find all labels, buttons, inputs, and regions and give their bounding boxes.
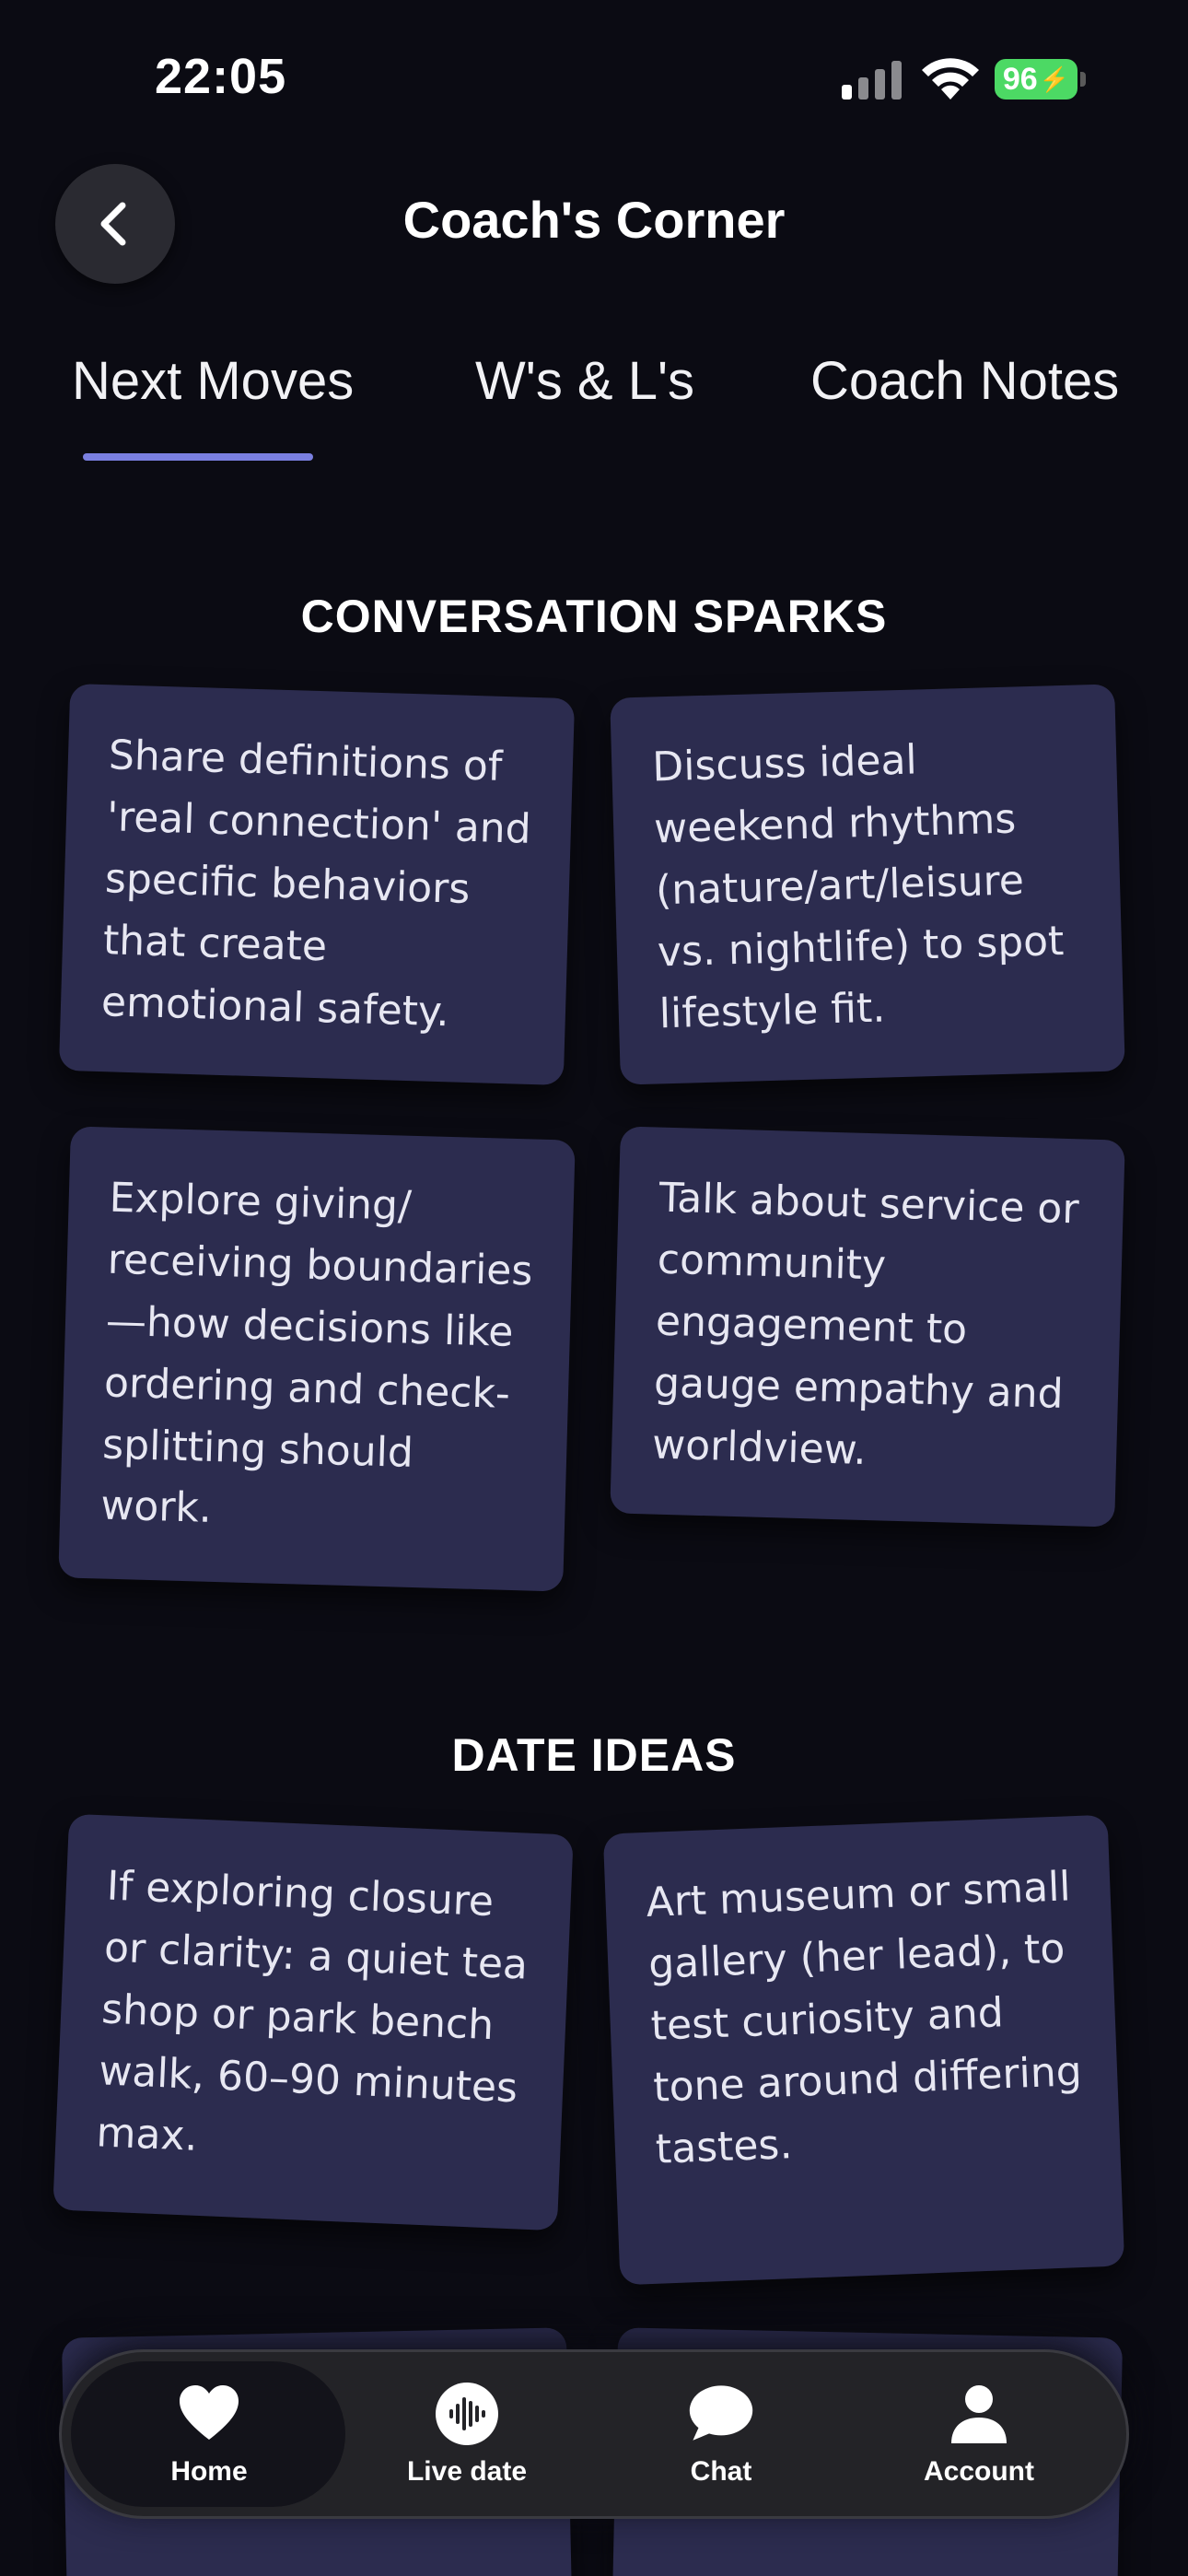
nav-chat[interactable]: Chat	[592, 2352, 850, 2516]
date-idea-card[interactable]: If exploring closure or clarity: a quiet…	[52, 1813, 574, 2231]
person-icon	[951, 2385, 1007, 2443]
conversation-spark-card[interactable]: Share definitions of 'real connection' a…	[58, 683, 576, 1086]
nav-account[interactable]: Account	[850, 2352, 1108, 2516]
cellular-signal-icon	[842, 61, 902, 100]
battery-cap	[1080, 72, 1086, 87]
conversation-spark-card[interactable]: Explore giving/ receiving boundaries —ho…	[58, 1126, 576, 1592]
nav-label-live-date: Live date	[406, 2456, 528, 2487]
tab-ws-and-ls[interactable]: W's & L's	[475, 350, 694, 412]
battery-level: 96	[1002, 61, 1038, 97]
section-title-date-ideas: DATE IDEAS	[451, 1729, 737, 1781]
nav-label-chat: Chat	[690, 2456, 752, 2487]
conversation-spark-card[interactable]: Discuss ideal weekend rhythms (nature/ar…	[610, 684, 1125, 1085]
wifi-icon	[922, 58, 979, 100]
nav-label-home: Home	[170, 2456, 248, 2487]
tab-coach-notes[interactable]: Coach Notes	[810, 350, 1119, 412]
bottom-navigation: Home Live date Chat Account	[59, 2349, 1129, 2519]
tab-next-moves[interactable]: Next Moves	[72, 350, 354, 412]
date-idea-card[interactable]: Art museum or small gallery (her lead), …	[602, 1814, 1125, 2286]
nav-label-account: Account	[924, 2456, 1034, 2487]
page-title: Coach's Corner	[402, 191, 786, 249]
active-tab-indicator	[83, 453, 313, 461]
nav-live-date[interactable]: Live date	[338, 2352, 596, 2516]
section-title-conversation-sparks: CONVERSATION SPARKS	[300, 591, 888, 642]
heart-icon	[180, 2385, 239, 2440]
chat-bubble-icon	[689, 2385, 753, 2441]
battery-indicator: 96 ⚡	[995, 59, 1077, 100]
nav-home[interactable]: Home	[80, 2352, 338, 2516]
soundwave-icon	[436, 2383, 498, 2445]
charging-bolt-icon: ⚡	[1039, 64, 1070, 93]
status-bar: 22:05 96 ⚡	[0, 0, 1188, 157]
conversation-spark-card[interactable]: Talk about service or community engageme…	[610, 1126, 1125, 1528]
status-time: 22:05	[155, 49, 287, 104]
tab-bar: Next Moves W's & L's Coach Notes	[0, 350, 1188, 470]
